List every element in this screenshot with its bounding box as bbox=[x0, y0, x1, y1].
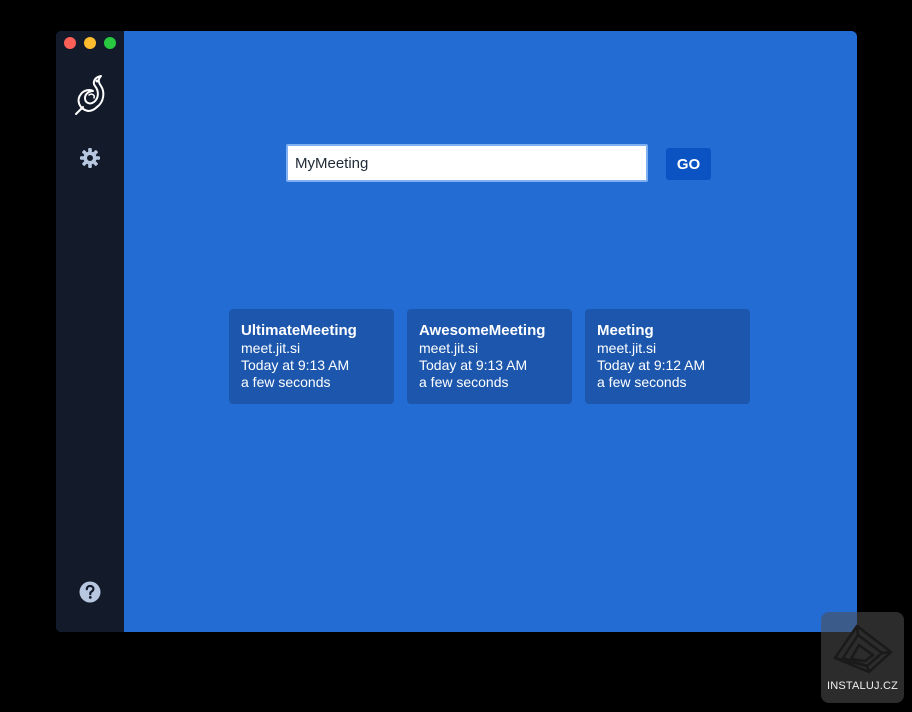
help-icon[interactable] bbox=[78, 580, 102, 604]
sidebar bbox=[56, 31, 124, 632]
window-close-button[interactable] bbox=[64, 37, 76, 49]
main-panel: GO UltimateMeeting meet.jit.si Today at … bbox=[124, 31, 857, 632]
screenshot-stage: GO UltimateMeeting meet.jit.si Today at … bbox=[0, 0, 912, 712]
recent-meetings-list: UltimateMeeting meet.jit.si Today at 9:1… bbox=[229, 309, 759, 405]
meeting-date: Today at 9:12 AM bbox=[597, 357, 706, 373]
gear-icon[interactable] bbox=[78, 146, 102, 170]
meeting-title: AwesomeMeeting bbox=[419, 322, 546, 339]
meeting-date: Today at 9:13 AM bbox=[419, 357, 528, 373]
watermark-text: INSTALUJ.CZ bbox=[826, 680, 899, 692]
watermark-badge: INSTALUJ.CZ bbox=[821, 612, 904, 703]
meeting-duration: a few seconds bbox=[241, 374, 331, 390]
meeting-duration: a few seconds bbox=[419, 374, 509, 390]
meeting-server: meet.jit.si bbox=[597, 340, 657, 356]
window-maximize-button[interactable] bbox=[104, 37, 116, 49]
recent-meeting-card[interactable]: UltimateMeeting meet.jit.si Today at 9:1… bbox=[229, 309, 394, 404]
app-window: GO UltimateMeeting meet.jit.si Today at … bbox=[56, 31, 857, 632]
room-name-input[interactable] bbox=[286, 144, 648, 182]
recent-meeting-card[interactable]: AwesomeMeeting meet.jit.si Today at 9:13… bbox=[407, 309, 572, 404]
meeting-title: Meeting bbox=[597, 322, 654, 339]
recent-meeting-card[interactable]: Meeting meet.jit.si Today at 9:12 AM a f… bbox=[585, 309, 750, 404]
meeting-server: meet.jit.si bbox=[419, 340, 479, 356]
meeting-server: meet.jit.si bbox=[241, 340, 301, 356]
go-button[interactable]: GO bbox=[666, 148, 711, 180]
instaluj-logo-icon bbox=[833, 624, 893, 674]
window-minimize-button[interactable] bbox=[84, 37, 96, 49]
meeting-duration: a few seconds bbox=[597, 374, 687, 390]
jitsi-logo-icon bbox=[75, 75, 105, 115]
meeting-title: UltimateMeeting bbox=[241, 322, 357, 339]
meeting-date: Today at 9:13 AM bbox=[241, 357, 350, 373]
